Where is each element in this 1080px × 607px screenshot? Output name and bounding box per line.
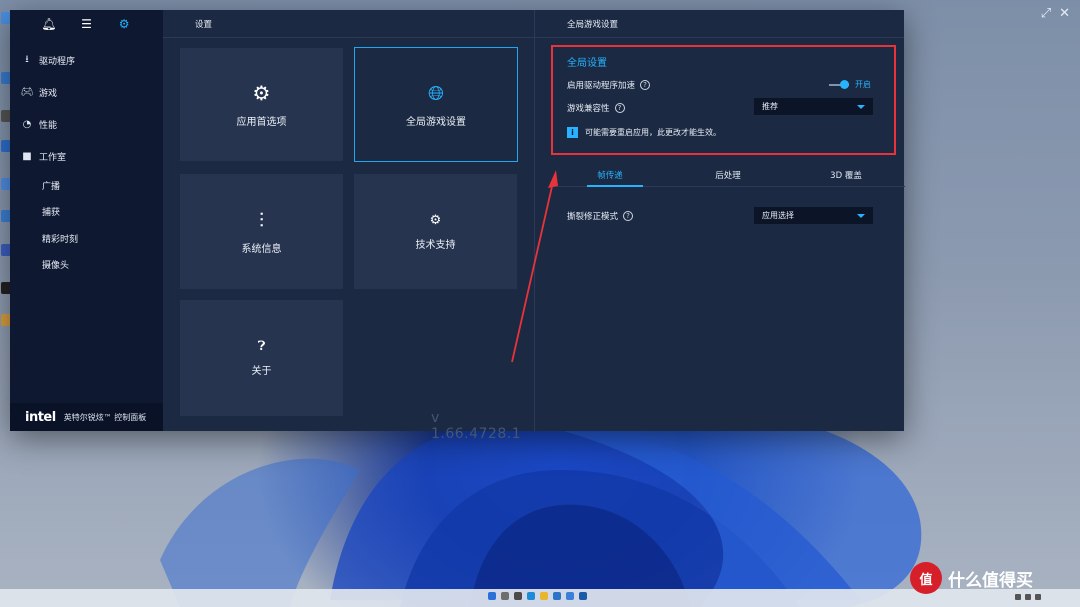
sidebar-subitem-camera[interactable]: 摄像头 — [10, 252, 163, 279]
driver-accel-row: 启用驱动程序加速 ? — [567, 79, 651, 91]
gear-icon: ⚙ — [252, 81, 271, 105]
tearing-label: 撕裂修正模式 — [567, 212, 619, 222]
sidebar-nav: ⭳ 驱动程序 🎮︎ 游戏 ◔ 性能 ■ 工作室 广播 捕获 精彩时刻 摄像头 — [10, 44, 163, 278]
tab-frame-delivery[interactable]: 帧传递 — [551, 165, 669, 187]
tile-system-info[interactable]: ⫶ 系统信息 — [180, 174, 343, 289]
tile-label: 系统信息 — [241, 244, 282, 255]
tray-icon[interactable] — [1025, 594, 1031, 600]
sidebar-item-studio[interactable]: ■ 工作室 — [10, 140, 163, 172]
compat-value: 推荐 — [762, 102, 778, 111]
global-game-header: 全局游戏设置 — [535, 10, 904, 38]
gear-icon[interactable]: ⚙ — [114, 17, 134, 31]
global-settings-title: 全局设置 — [567, 58, 607, 69]
chevron-down-icon — [857, 213, 865, 218]
compat-select[interactable]: 推荐 — [754, 98, 873, 115]
chevron-down-icon — [857, 104, 865, 109]
help-icon[interactable]: ? — [623, 211, 634, 221]
sidebar-item-games[interactable]: 🎮︎ 游戏 — [10, 76, 163, 108]
tearing-value: 应用选择 — [762, 211, 794, 220]
tile-label: 关于 — [251, 366, 272, 377]
search-icon[interactable] — [501, 592, 509, 600]
gear-small-icon: ⚙ — [429, 212, 442, 228]
tearing-row: 撕裂修正模式 ? — [567, 210, 634, 222]
tab-post-processing[interactable]: 后处理 — [669, 165, 787, 186]
camera-icon: ■ — [22, 150, 32, 162]
taskbar-apps — [488, 592, 587, 600]
help-icon[interactable]: ? — [640, 80, 651, 90]
download-icon: ⭳ — [25, 53, 29, 65]
tab-3d-overlay[interactable]: 3D 覆盖 — [787, 165, 905, 186]
gauge-icon: ◔ — [22, 118, 32, 130]
sidebar: 🔔︎ ☰ ⚙ ⭳ 驱动程序 🎮︎ 游戏 ◔ 性能 ■ 工作室 广播 捕获 精彩时… — [10, 10, 163, 431]
tile-label: 应用首选项 — [236, 117, 287, 128]
settings-tabs: 帧传递 后处理 3D 覆盖 — [551, 165, 905, 187]
sliders-icon: ⫶ — [259, 208, 264, 232]
driver-accel-label: 启用驱动程序加速 — [567, 81, 636, 91]
question-icon: ❓︎ — [257, 339, 266, 354]
app-title: 英特尔锐炫™ 控制面板 — [63, 412, 147, 422]
tile-global-game-settings[interactable]: 🌐︎ 全局游戏设置 — [354, 47, 518, 162]
gamepad-icon: 🎮︎ — [20, 86, 34, 98]
start-icon[interactable] — [488, 592, 496, 600]
settings-panel: 设置 ⚙ 应用首选项 🌐︎ 全局游戏设置 ⫶ 系统信息 ⚙ 技术支持 ❓︎ 关于… — [163, 10, 534, 442]
tile-app-preferences[interactable]: ⚙ 应用首选项 — [180, 48, 343, 161]
sidebar-item-label: 性能 — [39, 120, 58, 131]
sidebar-subitem-broadcast[interactable]: 广播 — [10, 172, 163, 199]
driver-accel-toggle[interactable] — [829, 80, 849, 89]
compat-row: 游戏兼容性 ? — [567, 102, 625, 114]
sidebar-item-label: 驱动程序 — [39, 56, 76, 67]
restart-notice: i 可能需要重启应用，此更改才能生效。 — [567, 127, 721, 138]
expand-icon[interactable]: ⤢ — [1041, 6, 1051, 21]
brand-footer: intel 英特尔锐炫™ 控制面板 — [10, 403, 163, 431]
edge-icon[interactable] — [527, 592, 535, 600]
intel-logo: intel — [25, 409, 56, 425]
store-icon[interactable] — [553, 592, 561, 600]
watermark-logo: 值 — [910, 562, 942, 594]
sidebar-item-label: 工作室 — [39, 152, 67, 163]
control-panel-window: 🔔︎ ☰ ⚙ ⭳ 驱动程序 🎮︎ 游戏 ◔ 性能 ■ 工作室 广播 捕获 精彩时… — [10, 10, 905, 442]
sidebar-top-icons: 🔔︎ ☰ ⚙ — [10, 10, 163, 38]
notice-text: 可能需要重启应用，此更改才能生效。 — [585, 128, 721, 137]
tray-icon[interactable] — [1015, 594, 1021, 600]
window-controls: ⤢ ✕ — [1041, 6, 1070, 21]
driver-accel-state: 开启 — [855, 80, 871, 89]
sidebar-item-driver[interactable]: ⭳ 驱动程序 — [10, 44, 163, 76]
tile-label: 技术支持 — [415, 239, 456, 251]
tray-icon[interactable] — [1035, 594, 1041, 600]
help-icon[interactable]: ? — [614, 103, 625, 113]
info-icon: i — [567, 127, 578, 138]
settings-header: 设置 — [163, 10, 534, 38]
sidebar-item-label: 游戏 — [39, 88, 58, 99]
sidebar-subitem-highlights[interactable]: 精彩时刻 — [10, 225, 163, 252]
system-tray — [1015, 594, 1041, 600]
tile-tech-support[interactable]: ⚙ 技术支持 — [354, 174, 517, 289]
version-label: v 1.66.4728.1 — [431, 410, 522, 442]
compat-label: 游戏兼容性 — [567, 104, 610, 114]
sidebar-item-performance[interactable]: ◔ 性能 — [10, 108, 163, 140]
sidebar-subitem-capture[interactable]: 捕获 — [10, 199, 163, 226]
app-icon[interactable] — [579, 592, 587, 600]
menu-lines-icon[interactable]: ☰ — [76, 17, 96, 31]
watermark-text: 什么值得买 — [948, 570, 1033, 591]
tearing-select[interactable]: 应用选择 — [754, 207, 873, 224]
app-icon[interactable] — [566, 592, 574, 600]
folder-icon[interactable] — [540, 592, 548, 600]
tile-label: 全局游戏设置 — [406, 117, 466, 128]
bell-icon[interactable]: 🔔︎ — [39, 17, 59, 31]
tile-about[interactable]: ❓︎ 关于 — [180, 300, 343, 416]
close-icon[interactable]: ✕ — [1059, 6, 1070, 21]
global-game-settings-panel: 全局游戏设置 全局设置 启用驱动程序加速 ? 开启 游戏兼容性 ? 推荐 i 可… — [534, 10, 905, 431]
globe-gear-icon: 🌐︎ — [428, 81, 444, 105]
watermark: 值 什么值得买 — [910, 562, 1033, 594]
task-view-icon[interactable] — [514, 592, 522, 600]
